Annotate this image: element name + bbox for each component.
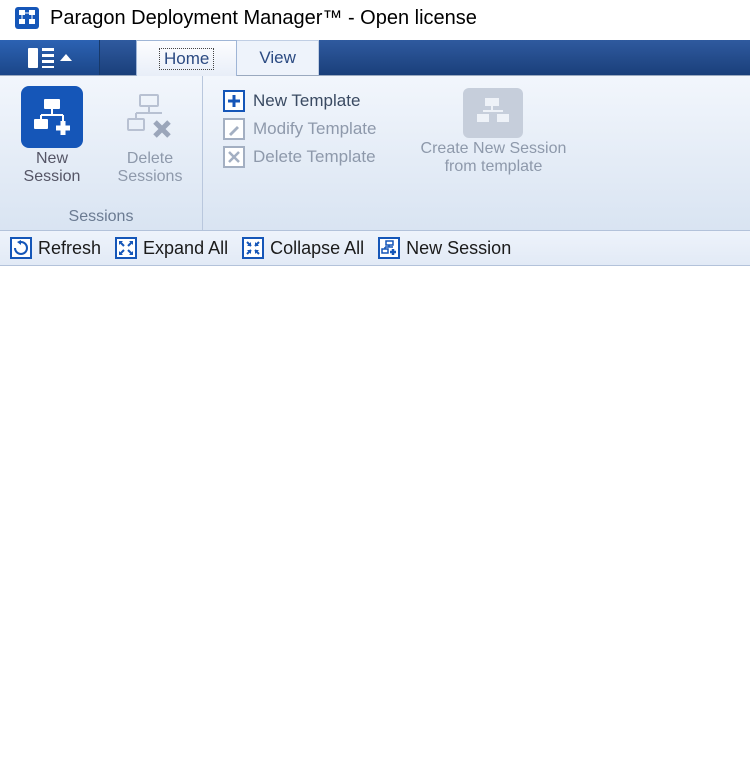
delete-template-label: Delete Template <box>253 147 376 167</box>
refresh-icon <box>10 237 32 259</box>
new-session-icon <box>378 237 400 259</box>
new-session-button[interactable]: New Session <box>12 84 92 204</box>
main-content <box>0 266 750 766</box>
tab-view-label: View <box>259 48 296 68</box>
pencil-icon <box>223 118 245 140</box>
delete-sessions-button: Delete Sessions <box>110 84 190 204</box>
menu-icon <box>28 48 54 68</box>
create-session-from-template-button: Create New Session from template <box>404 84 574 177</box>
modify-template-button: Modify Template <box>223 118 376 140</box>
titlebar: Paragon Deployment Manager™ - Open licen… <box>0 0 750 40</box>
tab-view[interactable]: View <box>237 40 319 75</box>
new-session-quick-button[interactable]: New Session <box>378 237 511 259</box>
ribbon-group-sessions-label: Sessions <box>12 204 190 226</box>
ribbon-tabstrip: Home View <box>0 40 750 76</box>
plus-icon <box>223 90 245 112</box>
expand-all-label: Expand All <box>143 238 228 259</box>
new-session-label: New Session <box>12 150 92 187</box>
collapse-icon <box>242 237 264 259</box>
create-from-template-icon <box>463 88 523 138</box>
quick-toolbar: Refresh Expand All <box>0 231 750 266</box>
ribbon-group-sessions: New Session <box>0 76 203 230</box>
tab-home[interactable]: Home <box>136 40 237 76</box>
refresh-label: Refresh <box>38 238 101 259</box>
x-icon <box>223 146 245 168</box>
expand-all-button[interactable]: Expand All <box>115 237 228 259</box>
new-session-quick-label: New Session <box>406 238 511 259</box>
app-menu-button[interactable] <box>0 40 100 75</box>
modify-template-label: Modify Template <box>253 119 376 139</box>
collapse-all-label: Collapse All <box>270 238 364 259</box>
delete-template-button: Delete Template <box>223 146 376 168</box>
ribbon-group-templates: New Template Modify Template Delete Temp… <box>203 76 750 230</box>
delete-sessions-label: Delete Sessions <box>110 150 190 187</box>
ribbon: New Session <box>0 76 750 231</box>
tab-home-label: Home <box>159 48 214 70</box>
create-from-template-label: Create New Session from template <box>416 140 570 177</box>
window-title: Paragon Deployment Manager™ - Open licen… <box>50 7 477 30</box>
collapse-all-button[interactable]: Collapse All <box>242 237 364 259</box>
new-template-button[interactable]: New Template <box>223 90 376 112</box>
refresh-button[interactable]: Refresh <box>10 237 101 259</box>
new-template-label: New Template <box>253 91 360 111</box>
chevron-up-icon <box>60 54 72 61</box>
delete-sessions-icon <box>119 86 181 148</box>
expand-icon <box>115 237 137 259</box>
new-session-icon <box>21 86 83 148</box>
app-icon <box>14 6 40 30</box>
